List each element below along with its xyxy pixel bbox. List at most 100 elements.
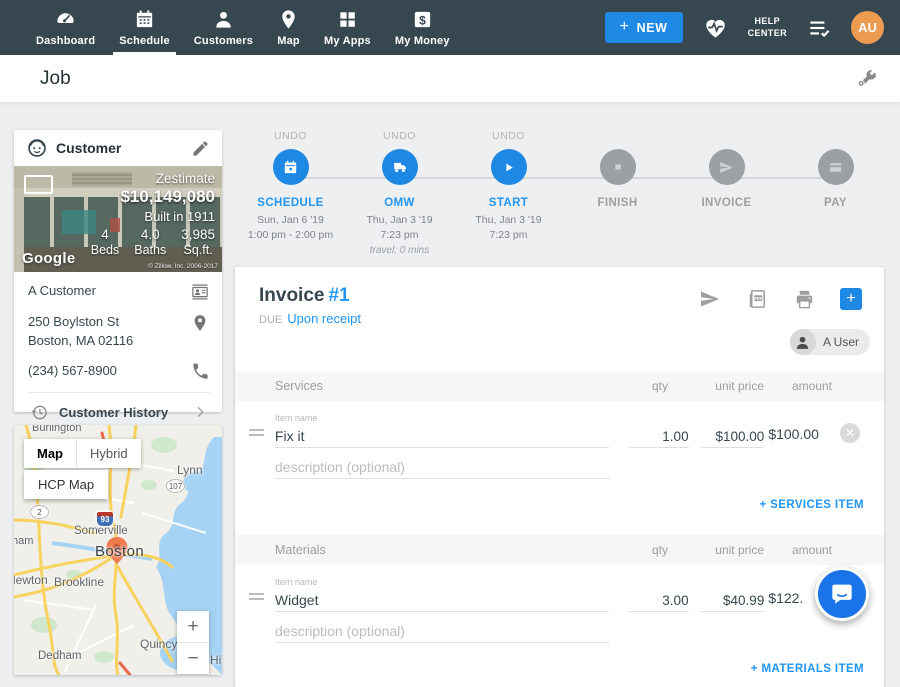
undo-link[interactable]: UNDO [454,130,563,142]
new-button-label: NEW [637,21,668,35]
help-center-line1: HELP [748,16,787,27]
step-label: PAY [781,197,890,209]
phone-icon[interactable] [191,362,210,381]
material-item-name-input[interactable] [275,589,609,612]
print-icon[interactable] [793,288,816,311]
help-center-line2: CENTER [748,28,787,39]
property-photo[interactable]: Zestimate $10,149,080 Built in 1911 4Bed… [14,166,222,272]
person-icon [212,8,235,31]
zoom-out-button[interactable]: − [177,642,209,674]
send-invoice-icon[interactable] [698,287,722,311]
chat-bubble-button[interactable] [815,567,869,621]
i93-shield: 93 [96,511,114,527]
item-name-label: Item name [275,413,609,423]
map-type-control: Map Hybrid [24,439,141,468]
zoom-in-button[interactable]: + [177,611,209,642]
contact-card-icon[interactable] [190,282,210,302]
invoice-card: Invoice#1 DUEUpon receipt PDF + A User S… [235,267,884,687]
drag-handle[interactable] [249,590,275,612]
google-map[interactable]: Burlington Lynn Somerville Boston ham Ne… [14,425,222,675]
undo-link[interactable]: UNDO [236,130,345,142]
map-type-map-button[interactable]: Map [24,439,76,468]
beds-value: 4 [91,227,120,242]
checklist-icon[interactable] [806,15,832,41]
nav-item-dashboard[interactable]: Dashboard [24,0,107,55]
page-bar: Job [0,55,900,103]
sqft-value: 3,985 [181,227,215,242]
timeline-step-pay: PAY [781,130,890,259]
stop-icon [610,159,626,175]
service-amount: $100.00 [766,426,832,448]
item-name-label: Item name [275,577,609,587]
property-stats: 4Beds 4.0Baths 3,985Sq.ft. [91,227,215,257]
zestimate-overlay: Zestimate $10,149,080 Built in 1911 4Bed… [91,171,215,257]
material-qty-input[interactable] [629,590,689,612]
add-services-item-link[interactable]: + SERVICES ITEM [759,499,864,511]
zillow-copyright: © Zillow, Inc. 2006-2017 [148,263,218,270]
invoice-number[interactable]: #1 [328,285,349,306]
invoice-title: Invoice [259,285,324,306]
schedule-date: Sun, Jan 6 '19 [257,214,324,226]
drag-handle[interactable] [249,426,275,448]
due-value-link[interactable]: Upon receipt [287,311,361,326]
job-timeline: UNDO SCHEDULE Sun, Jan 6 '191:00 pm - 2:… [236,130,890,262]
add-invoice-button[interactable]: + [840,288,862,310]
step-label: OMW [345,197,454,209]
start-time: 7:23 pm [490,229,528,241]
customer-details: A Customer 250 Boylston StBoston, MA 021… [14,272,222,422]
help-center-link[interactable]: HELP CENTER [748,16,787,39]
omw-date: Thu, Jan 3 '19 [366,214,432,226]
pdf-icon[interactable]: PDF [746,288,769,311]
materials-section-header: Materials qty unit price amount [235,535,884,565]
invoice-step-button[interactable] [709,149,745,185]
nav-item-my-money[interactable]: $ My Money [383,0,462,55]
assignee-chip[interactable]: A User [790,329,870,355]
map-zoom-control: + − [177,611,209,674]
service-description-input[interactable] [275,456,610,479]
invoice-header: Invoice#1 DUEUpon receipt PDF + A User [235,267,884,371]
nav-label: My Money [395,35,450,47]
add-materials-item-link[interactable]: + MATERIALS ITEM [751,663,864,675]
start-date: Thu, Jan 3 '19 [475,214,541,226]
hcp-map-button[interactable]: HCP Map [24,470,108,499]
material-unit-price-input[interactable] [701,590,764,612]
timeline-step-omw: UNDO OMW Thu, Jan 3 '197:23 pmtravel: 0 … [345,130,454,259]
health-heart-icon[interactable] [702,14,729,41]
service-unit-price-input[interactable] [701,426,764,448]
location-pin-icon[interactable] [190,313,210,333]
step-label: START [454,197,563,209]
timeline-step-start: UNDO START Thu, Jan 3 '19 7:23 pm [454,130,563,259]
service-qty-input[interactable] [629,426,689,448]
new-button[interactable]: + NEW [605,12,683,43]
baths-value: 4.0 [134,227,166,242]
nav-item-my-apps[interactable]: My Apps [312,0,383,55]
edit-pencil-icon[interactable] [191,139,210,158]
start-step-button[interactable] [491,149,527,185]
customer-face-icon [26,137,48,159]
step-label: FINISH [563,197,672,209]
schedule-step-button[interactable] [273,149,309,185]
route-107-shield: 107 [166,479,185,493]
customer-history-row[interactable]: Customer History [28,393,210,422]
address-line1: 250 Boylston St [28,314,119,329]
customer-card-header: Customer [14,130,222,166]
job-tools-icon[interactable] [854,67,878,91]
pay-step-button[interactable] [818,149,854,185]
customer-history-label: Customer History [59,405,182,420]
delete-line-item-icon[interactable]: ✕ [840,423,860,443]
user-avatar[interactable]: AU [851,11,884,44]
undo-link[interactable]: UNDO [345,130,454,142]
map-label: Dedham [38,650,81,662]
service-item-name-input[interactable] [275,425,609,448]
main-nav: Dashboard Schedule Customers Map My Apps… [0,0,462,55]
finish-step-button[interactable] [600,149,636,185]
omw-step-button[interactable] [382,149,418,185]
customer-name-row: A Customer [28,282,210,302]
nav-item-map[interactable]: Map [265,0,312,55]
nav-item-schedule[interactable]: Schedule [107,0,182,55]
map-type-hybrid-button[interactable]: Hybrid [76,439,141,468]
material-description-input[interactable] [275,620,610,643]
customer-phone: (234) 567-8900 [28,362,183,381]
zestimate-label: Zestimate [91,171,215,186]
nav-item-customers[interactable]: Customers [182,0,265,55]
